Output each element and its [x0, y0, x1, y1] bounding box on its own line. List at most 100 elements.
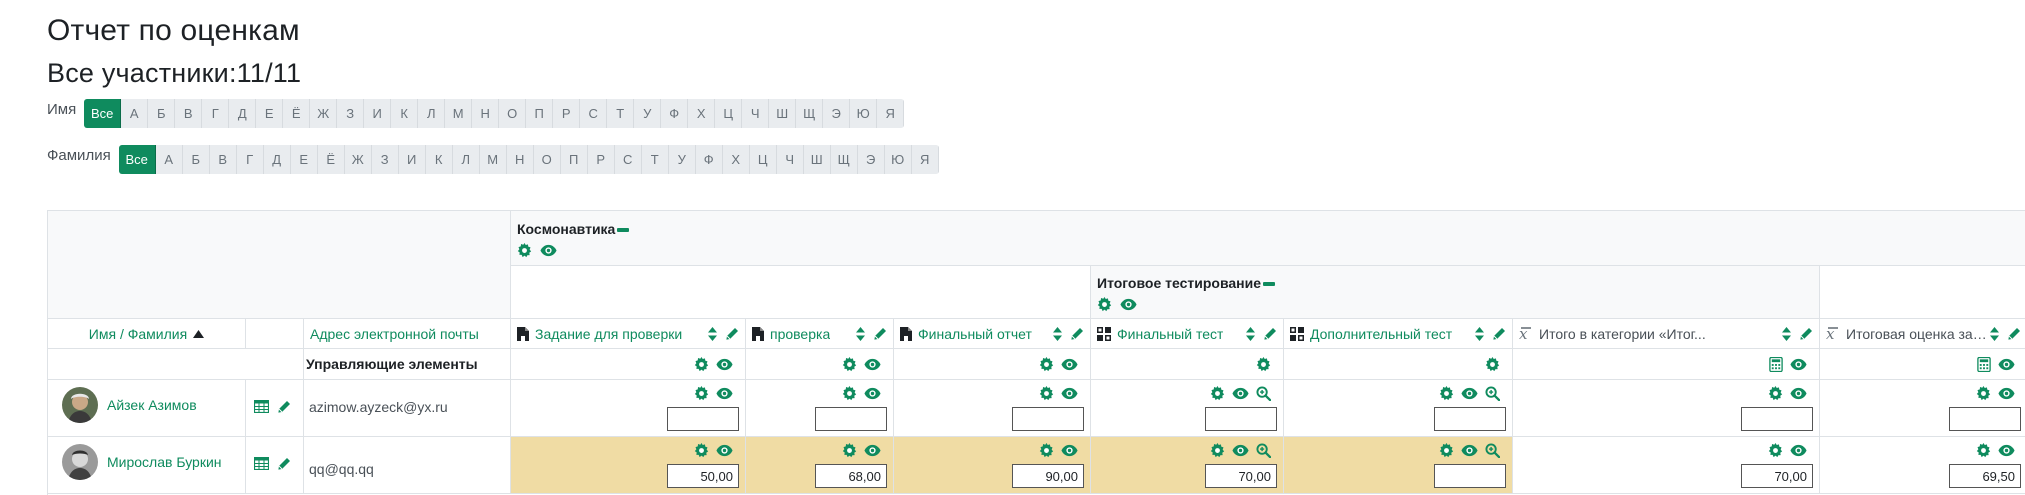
eye-icon[interactable]: [1998, 386, 2015, 401]
edit-icon[interactable]: [277, 400, 291, 414]
last-name-initial-letter[interactable]: Ш: [804, 145, 831, 174]
gear-icon[interactable]: [1439, 386, 1454, 401]
first-name-initial-letter[interactable]: З: [337, 99, 365, 128]
avatar[interactable]: [62, 387, 98, 423]
grade-input[interactable]: [815, 407, 887, 431]
edit-icon[interactable]: [277, 457, 291, 471]
last-name-initial-letter[interactable]: Ж: [345, 145, 372, 174]
grade-input[interactable]: [1205, 464, 1277, 488]
last-name-initial-letter[interactable]: Ч: [777, 145, 804, 174]
eye-icon[interactable]: [716, 386, 733, 401]
gear-icon[interactable]: [1768, 386, 1783, 401]
eye-icon[interactable]: [1998, 357, 2015, 372]
sort-icon[interactable]: [1475, 326, 1484, 341]
eye-icon[interactable]: [1061, 357, 1078, 372]
zoom-in-icon[interactable]: [1485, 443, 1500, 458]
last-name-initial-letter[interactable]: Э: [858, 145, 885, 174]
eye-icon[interactable]: [716, 357, 733, 372]
last-name-initial-letter[interactable]: К: [426, 145, 453, 174]
gear-icon[interactable]: [694, 443, 709, 458]
first-name-initial-letter[interactable]: Л: [418, 99, 446, 128]
gear-icon[interactable]: [1039, 357, 1054, 372]
gear-icon[interactable]: [842, 357, 857, 372]
first-name-initial-letter[interactable]: Ж: [310, 99, 338, 128]
edit-icon[interactable]: [1492, 327, 1506, 341]
sort-icon[interactable]: [1782, 326, 1791, 341]
last-name-initial-letter[interactable]: Г: [237, 145, 264, 174]
single-view-icon[interactable]: [254, 457, 269, 471]
eye-icon[interactable]: [1061, 443, 1078, 458]
eye-icon[interactable]: [1790, 357, 1807, 372]
first-name-initial-letter[interactable]: А: [121, 99, 149, 128]
first-name-initial-letter[interactable]: П: [526, 99, 554, 128]
edit-icon[interactable]: [2007, 327, 2021, 341]
sort-icon[interactable]: [856, 326, 865, 341]
gear-icon[interactable]: [517, 243, 532, 258]
eye-icon[interactable]: [1998, 443, 2015, 458]
grade-input[interactable]: [1741, 464, 1813, 488]
student-name-link[interactable]: Мирослав Буркин: [107, 454, 222, 470]
gear-icon[interactable]: [1210, 443, 1225, 458]
gear-icon[interactable]: [694, 386, 709, 401]
gear-icon[interactable]: [842, 386, 857, 401]
gear-icon[interactable]: [1439, 443, 1454, 458]
eye-icon[interactable]: [864, 443, 881, 458]
eye-icon[interactable]: [864, 357, 881, 372]
eye-icon[interactable]: [1790, 443, 1807, 458]
last-name-initial-letter[interactable]: Х: [723, 145, 750, 174]
zoom-in-icon[interactable]: [1485, 386, 1500, 401]
grade-input[interactable]: [1434, 407, 1506, 431]
eye-icon[interactable]: [1461, 386, 1478, 401]
edit-icon[interactable]: [873, 327, 887, 341]
first-name-initial-letter[interactable]: Х: [688, 99, 716, 128]
grade-input[interactable]: [667, 407, 739, 431]
last-name-initial-letter[interactable]: И: [399, 145, 426, 174]
last-name-initial-letter[interactable]: Т: [642, 145, 669, 174]
sort-by-name-link[interactable]: Имя / Фамилия: [89, 326, 187, 342]
first-name-initial-letter[interactable]: С: [580, 99, 608, 128]
first-name-initial-letter[interactable]: Ш: [769, 99, 797, 128]
last-name-initial-letter[interactable]: З: [372, 145, 399, 174]
first-name-initial-letter[interactable]: Р: [553, 99, 581, 128]
last-name-initial-letter[interactable]: У: [669, 145, 696, 174]
first-name-initial-letter[interactable]: Т: [607, 99, 635, 128]
grade-input[interactable]: [1434, 464, 1506, 488]
gear-icon[interactable]: [694, 357, 709, 372]
gear-icon[interactable]: [1768, 443, 1783, 458]
grade-input[interactable]: [1949, 464, 2021, 488]
grade-item-link[interactable]: Финальный тест: [1117, 326, 1223, 342]
last-name-initial-letter[interactable]: С: [615, 145, 642, 174]
last-name-initial-letter[interactable]: А: [156, 145, 183, 174]
eye-icon[interactable]: [1232, 443, 1249, 458]
last-name-initial-letter[interactable]: Я: [912, 145, 939, 174]
grade-item-link[interactable]: Финальный отчет: [918, 326, 1032, 342]
eye-icon[interactable]: [864, 386, 881, 401]
sort-ascending-icon[interactable]: [193, 329, 205, 338]
grade-input[interactable]: [1012, 407, 1084, 431]
grade-input[interactable]: [1205, 407, 1277, 431]
gear-icon[interactable]: [1039, 443, 1054, 458]
last-name-initial-letter[interactable]: Е: [291, 145, 318, 174]
last-name-initial-letter[interactable]: Л: [453, 145, 480, 174]
gear-icon[interactable]: [842, 443, 857, 458]
gear-icon[interactable]: [1256, 357, 1271, 372]
first-name-initial-letter[interactable]: Е: [256, 99, 284, 128]
first-name-initial-letter[interactable]: В: [175, 99, 203, 128]
gear-icon[interactable]: [1039, 386, 1054, 401]
sort-icon[interactable]: [708, 326, 717, 341]
sort-by-email-link[interactable]: Адрес электронной почты: [310, 326, 479, 342]
last-name-initial-letter[interactable]: Ф: [696, 145, 723, 174]
zoom-in-icon[interactable]: [1256, 443, 1271, 458]
first-name-initial-letter[interactable]: Д: [229, 99, 257, 128]
first-name-initial-letter[interactable]: Я: [877, 99, 905, 128]
eye-icon[interactable]: [1461, 443, 1478, 458]
last-name-initial-letter[interactable]: Ю: [885, 145, 912, 174]
gear-icon[interactable]: [1097, 297, 1112, 312]
edit-icon[interactable]: [1799, 327, 1813, 341]
grade-item-link[interactable]: Итоговая оценка за курс: [1846, 326, 1990, 342]
calculator-icon[interactable]: [1977, 357, 1991, 372]
calculator-icon[interactable]: [1769, 357, 1783, 372]
sort-icon[interactable]: [1246, 326, 1255, 341]
first-name-initial-letter[interactable]: Б: [148, 99, 176, 128]
grade-input[interactable]: [815, 464, 887, 488]
